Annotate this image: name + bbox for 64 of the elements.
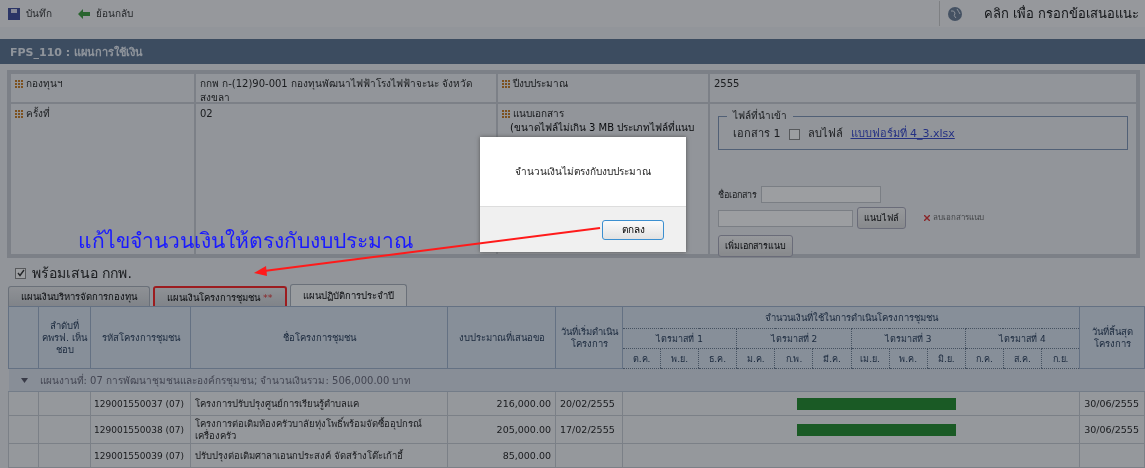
column-header: งบประมาณที่เสนอขอ: [447, 306, 556, 369]
ok-button[interactable]: ตกลง: [602, 219, 664, 240]
month-header: เม.ย.: [851, 348, 890, 369]
table-cell: 216,000.00: [447, 391, 556, 416]
checkbox[interactable]: [15, 267, 26, 279]
input-field[interactable]: [761, 186, 881, 203]
document-label: เอกสาร 1: [733, 127, 781, 141]
table-cell: 85,000.00: [447, 443, 556, 468]
tab[interactable]: แผนปฏิบัติการประจำปี: [289, 284, 407, 306]
file-link[interactable]: แบบฟอร์มที่ 4_3.xlsx: [850, 127, 955, 141]
field-value: 2555: [709, 73, 1137, 103]
attach-file-button[interactable]: แนบไฟล์: [857, 207, 906, 229]
table-cell: ปรับปรุงต่อเติมศาลาเอนกประสงค์ จัดสร้างโต๊ะเก้าอี้: [190, 443, 448, 468]
check-icon: [16, 269, 25, 277]
checkbox-label: พร้อมเสนอ กกพ.: [32, 264, 132, 283]
caret-down-icon: [21, 376, 28, 384]
month-header: ก.ค.: [965, 348, 1004, 369]
attach-note: (ขนาดไฟล์ไม่เกิน 3 MB ประเภทไฟล์ที่แนบ: [510, 122, 696, 134]
column-header: วันที่เริ่มดำเนินโครงการ: [555, 306, 623, 369]
field-label: ครั้งที่: [15, 107, 50, 121]
quarter-header: ไตรมาสที่ 4: [965, 328, 1080, 349]
table-cell: 129001550037 (07): [90, 391, 191, 416]
feedback-button[interactable]: คลิก เพื่อ กรอกข้อเสนอแนะ: [938, 1, 1139, 27]
toolbar-button[interactable]: บันทึก: [6, 4, 54, 24]
grip-icon: [502, 110, 510, 118]
left-arrow-icon: [78, 8, 90, 19]
tab[interactable]: แผนเงินบริหารจัดการกองทุน: [8, 286, 150, 306]
column-header: วันที่สิ้นสุดโครงการ: [1079, 306, 1145, 369]
checkbox[interactable]: [788, 128, 800, 140]
grip-icon: [502, 80, 510, 88]
add-attachment-button[interactable]: เพิ่มเอกสารแนบ: [718, 235, 793, 257]
checkbox-label: ลบไฟล์: [807, 127, 843, 141]
month-header: มิ.ย.: [927, 348, 966, 369]
column-header: รหัสโครงการชุมชน: [90, 306, 191, 369]
column-header: ลำดับที่ คพรฟ. เห็นชอบ: [38, 306, 91, 369]
field-label: ปีงบประมาณ: [502, 77, 568, 91]
quarter-header: ไตรมาสที่ 3: [851, 328, 966, 349]
table-cell: โครงการต่อเติมห้องครัวบาลัยทุ่งโพธิ์พร้อมจัดซื้ออุปกรณ์เครื่องครัว: [190, 415, 448, 444]
globe-icon: [947, 6, 962, 21]
field-label: ชื่อเอกสาร: [718, 188, 757, 202]
field-value: กกพ ก-(12)90-001 กองทุนพัฒนาไฟฟ้าโรงไฟฟ้าจะนะ จังหวัดสงขลา: [195, 73, 497, 103]
column-header: ชื่อโครงการชุมชน: [190, 306, 448, 369]
remove-attachment-link[interactable]: ลบเอกสารแนบ: [924, 211, 984, 225]
table-cell: 129001550038 (07): [90, 415, 191, 444]
grip-icon: [15, 80, 23, 88]
table-cell: 30/06/2555: [1079, 415, 1145, 444]
page-title: FPS_110 : แผนการใช้เงิน: [0, 39, 1145, 64]
table-cell: โครงการปรับปรุงศูนย์การเรียนรู้ตำบลแค: [190, 391, 448, 416]
table-cell: 17/02/2555: [555, 415, 623, 444]
file-field[interactable]: [718, 209, 853, 227]
toolbar-button[interactable]: ย้อนกลับ: [76, 4, 135, 24]
column-header: จำนวนเงินที่ใช้ในการดำเนินโครงการชุมชน: [622, 306, 1080, 329]
annotation-text: แก้ไขจำนวนเงินให้ตรงกับงบประมาณ: [78, 228, 413, 255]
table-cell: 205,000.00: [447, 415, 556, 444]
group-row[interactable]: แผนงานที่: 07 การพัฒนาชุมชนและองค์กรชุมชน; จำนวนเงินรวม: 506,000.00 บาท: [8, 368, 1145, 392]
field-label: กองทุนฯ: [15, 77, 63, 91]
month-header: ส.ค.: [1003, 348, 1042, 369]
table-cell: 129001550039 (07): [90, 443, 191, 468]
month-header: พ.ค.: [889, 348, 928, 369]
grip-icon: [15, 110, 23, 118]
close-icon: [924, 215, 930, 221]
dialog-message: จำนวนเงินไม่ตรงกับงบประมาณ: [515, 165, 651, 179]
field-label: แนบเอกสาร: [502, 107, 564, 121]
tab[interactable]: แผนเงินโครงการชุมชน **: [153, 286, 287, 306]
